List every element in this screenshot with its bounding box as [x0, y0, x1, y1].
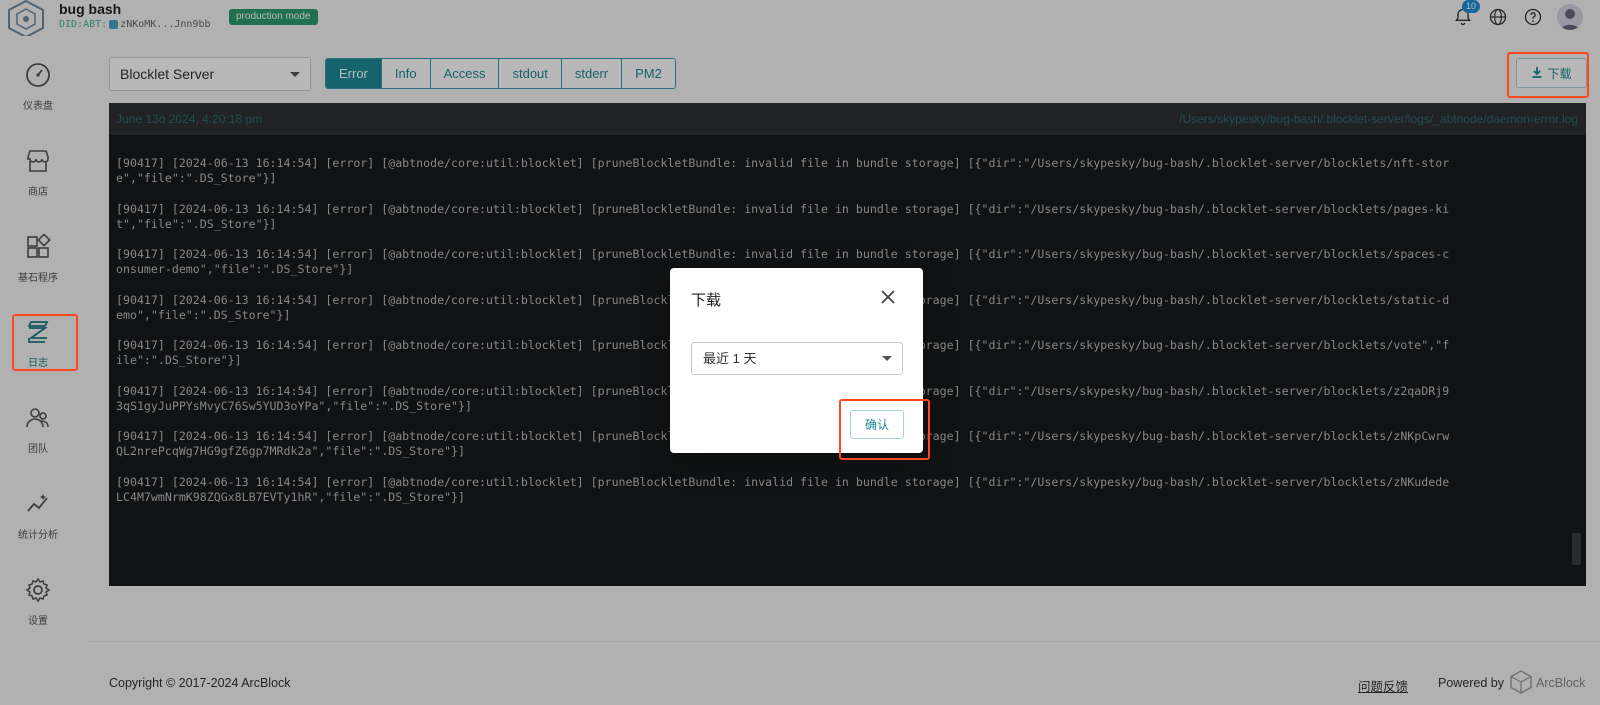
time-range-select[interactable]: 最近 1 天	[691, 342, 903, 375]
close-icon[interactable]	[879, 288, 897, 306]
confirm-button[interactable]: 确认	[850, 410, 904, 439]
download-dialog: 下载 最近 1 天 确认	[670, 268, 923, 453]
chevron-down-icon	[882, 356, 892, 361]
time-range-value: 最近 1 天	[703, 351, 757, 366]
dialog-title: 下载	[691, 292, 722, 309]
